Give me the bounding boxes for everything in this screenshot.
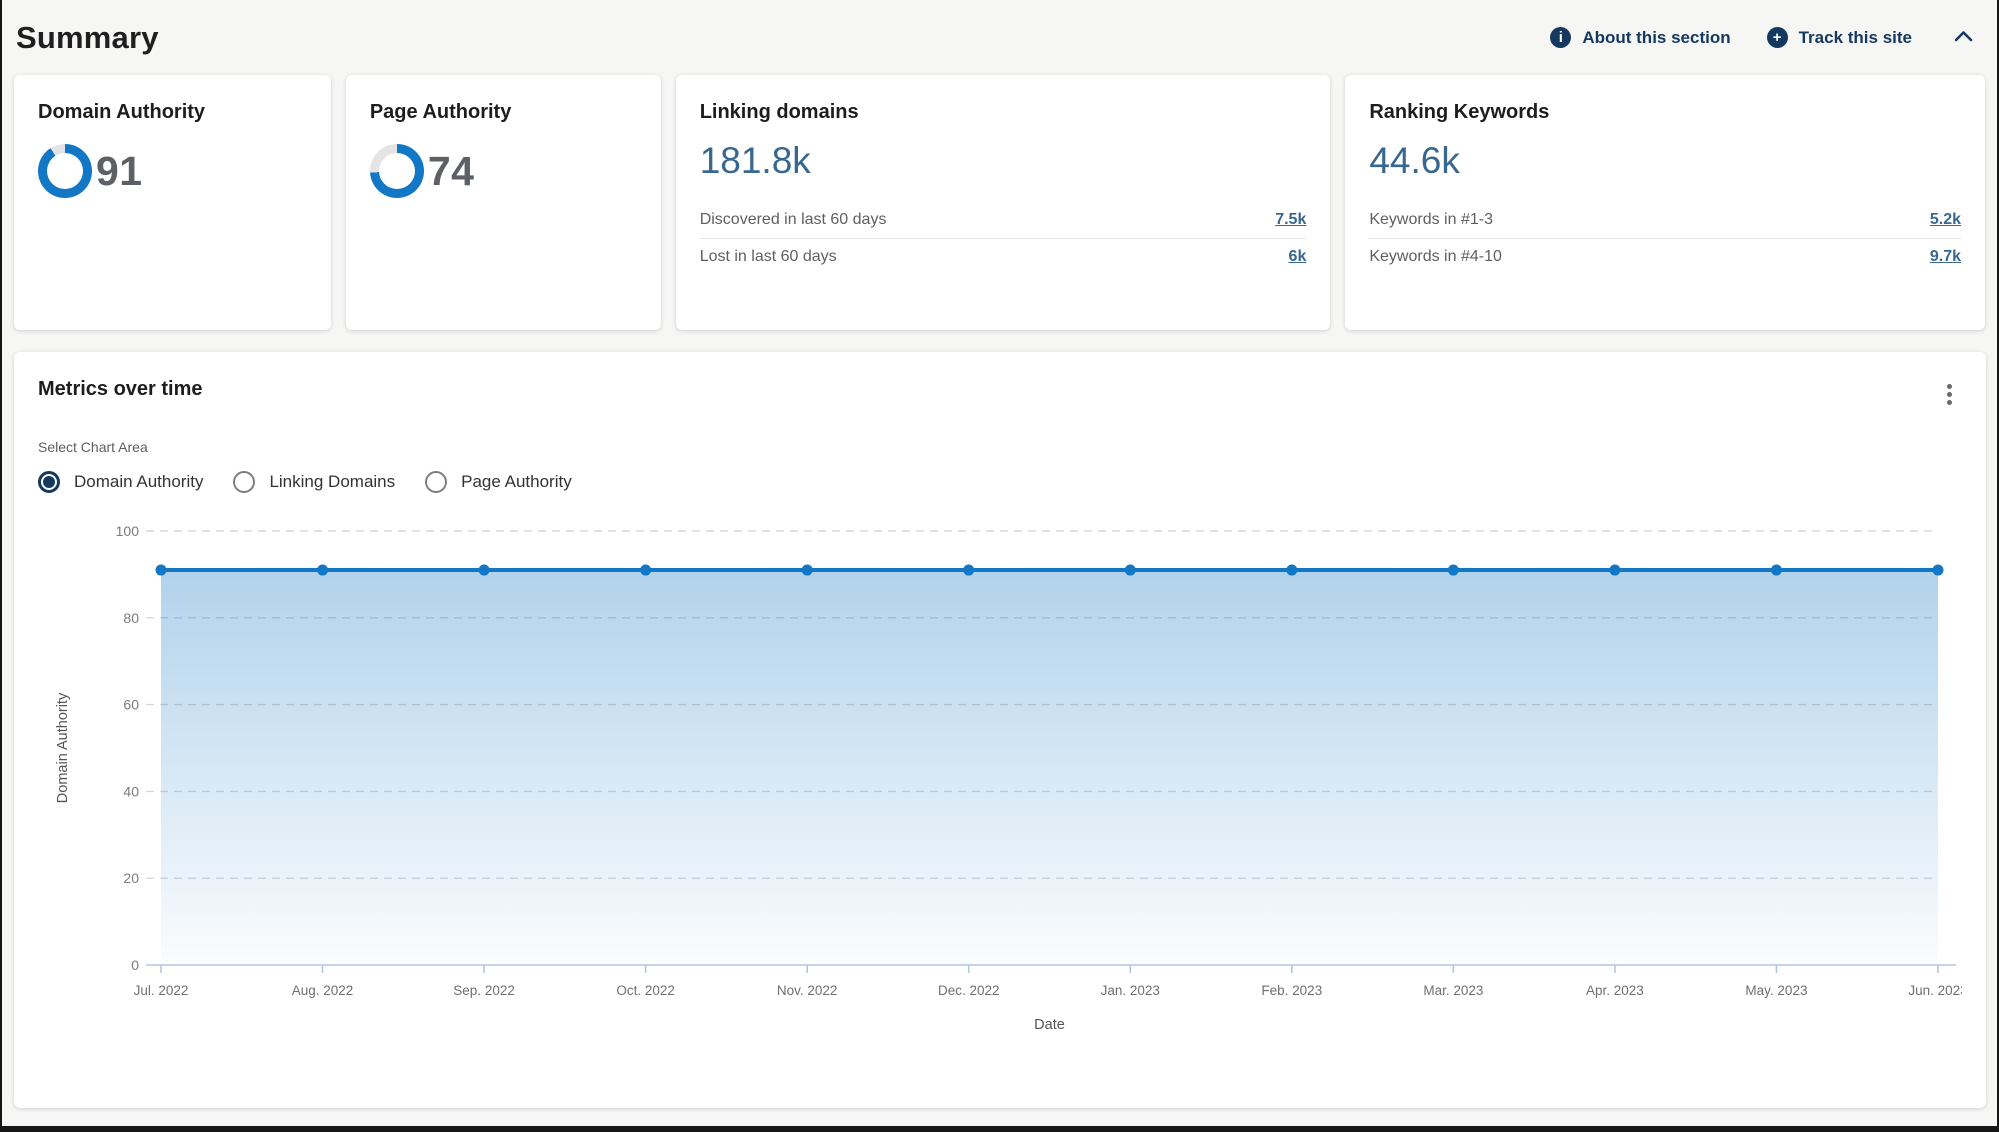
y-tick-label: 0 xyxy=(131,957,139,973)
chart-point xyxy=(1125,565,1136,576)
summary-header: Summary i About this section + Track thi… xyxy=(14,0,1985,62)
collapse-section-button[interactable] xyxy=(1948,26,1979,49)
x-tick-label: Mar. 2023 xyxy=(1423,983,1483,998)
x-tick-label: Apr. 2023 xyxy=(1586,983,1644,998)
chart-point xyxy=(479,565,490,576)
card-title: Linking domains xyxy=(700,101,1307,124)
keywords-4-10-value-link[interactable]: 9.7k xyxy=(1930,248,1961,266)
ranking-keywords-total: 44.6k xyxy=(1369,140,1961,182)
y-tick-label: 80 xyxy=(123,610,139,626)
track-site-label: Track this site xyxy=(1799,28,1912,48)
lost-label: Lost in last 60 days xyxy=(700,248,837,266)
select-chart-area-label: Select Chart Area xyxy=(38,439,1962,455)
page-title: Summary xyxy=(16,20,159,56)
chart-point xyxy=(802,565,813,576)
ranking-keywords-card: Ranking Keywords 44.6k Keywords in #1-3 … xyxy=(1345,75,1985,330)
chart-point xyxy=(1286,565,1297,576)
radio-page-authority[interactable]: Page Authority xyxy=(425,471,572,493)
chart-point xyxy=(156,565,167,576)
radio-unselected-icon xyxy=(425,471,447,493)
chart-point xyxy=(1448,565,1459,576)
x-tick-label: Dec. 2022 xyxy=(938,983,1000,998)
metrics-title: Metrics over time xyxy=(38,378,203,401)
page-authority-card: Page Authority 74 xyxy=(346,75,661,330)
page-authority-gauge-icon xyxy=(370,144,424,198)
chart-point xyxy=(317,565,328,576)
chart-area-selector: Domain Authority Linking Domains Page Au… xyxy=(38,471,1962,493)
domain-authority-gauge-icon xyxy=(38,144,92,198)
y-axis-title: Domain Authority xyxy=(55,692,71,803)
y-tick-label: 60 xyxy=(123,697,139,713)
y-tick-label: 40 xyxy=(123,783,139,799)
y-tick-label: 20 xyxy=(123,870,139,886)
table-row: Keywords in #4-10 9.7k xyxy=(1369,239,1961,275)
lost-value-link[interactable]: 6k xyxy=(1289,248,1307,266)
kebab-menu-button[interactable] xyxy=(1937,378,1962,411)
track-site-button[interactable]: + Track this site xyxy=(1767,27,1912,48)
kebab-dot-icon xyxy=(1947,400,1952,405)
plus-icon: + xyxy=(1767,27,1788,48)
x-tick-label: Aug. 2022 xyxy=(292,983,354,998)
chart-point xyxy=(1609,565,1620,576)
card-title: Domain Authority xyxy=(38,101,307,124)
x-tick-label: Jul. 2022 xyxy=(134,983,189,998)
table-row: Discovered in last 60 days 7.5k xyxy=(700,202,1307,239)
x-tick-label: Nov. 2022 xyxy=(777,983,838,998)
keywords-1-3-label: Keywords in #1-3 xyxy=(1369,211,1493,229)
radio-unselected-icon xyxy=(233,471,255,493)
table-row: Keywords in #1-3 5.2k xyxy=(1369,202,1961,239)
about-section-label: About this section xyxy=(1582,28,1730,48)
card-title: Ranking Keywords xyxy=(1369,101,1961,124)
table-row: Lost in last 60 days 6k xyxy=(700,239,1307,275)
linking-domains-card: Linking domains 181.8k Discovered in las… xyxy=(676,75,1331,330)
keywords-4-10-label: Keywords in #4-10 xyxy=(1369,248,1502,266)
chart-point xyxy=(963,565,974,576)
x-tick-label: Jan. 2023 xyxy=(1101,983,1160,998)
x-axis-title: Date xyxy=(1034,1017,1065,1033)
domain-authority-card: Domain Authority 91 xyxy=(14,75,331,330)
chart-area-fill xyxy=(161,570,1938,965)
keywords-1-3-value-link[interactable]: 5.2k xyxy=(1930,211,1961,229)
discovered-label: Discovered in last 60 days xyxy=(700,211,887,229)
page-authority-value: 74 xyxy=(428,148,475,195)
about-section-button[interactable]: i About this section xyxy=(1550,27,1730,48)
x-tick-label: May. 2023 xyxy=(1745,983,1807,998)
app-window: Summary i About this section + Track thi… xyxy=(0,0,1999,1132)
chevron-up-icon xyxy=(1954,30,1973,42)
chart-point xyxy=(1933,565,1944,576)
header-actions: i About this section + Track this site xyxy=(1550,26,1979,49)
radio-selected-icon xyxy=(38,471,60,493)
info-icon: i xyxy=(1550,27,1571,48)
x-tick-label: Sep. 2022 xyxy=(453,983,515,998)
metrics-chart: 0 20 40 60 80 100 Jul. 2022 Aug. 2022 Sep. 2022 O… xyxy=(38,519,1962,1039)
radio-linking-domains[interactable]: Linking Domains xyxy=(233,471,395,493)
kebab-dot-icon xyxy=(1947,392,1952,397)
chart-point xyxy=(1771,565,1782,576)
x-tick-label: Feb. 2023 xyxy=(1261,983,1322,998)
metrics-over-time-card: Metrics over time Select Chart Area Doma… xyxy=(14,352,1986,1108)
x-tick-label: Jun. 2023 xyxy=(1908,983,1962,998)
linking-domains-total: 181.8k xyxy=(700,140,1307,182)
discovered-value-link[interactable]: 7.5k xyxy=(1275,211,1306,229)
domain-authority-value: 91 xyxy=(96,148,143,195)
radio-domain-authority[interactable]: Domain Authority xyxy=(38,471,203,493)
card-title: Page Authority xyxy=(370,101,637,124)
summary-cards: Domain Authority 91 Page Authority 74 Li… xyxy=(14,75,1985,330)
kebab-dot-icon xyxy=(1947,384,1952,389)
x-tick-label: Oct. 2022 xyxy=(616,983,675,998)
chart-point xyxy=(640,565,651,576)
y-tick-label: 100 xyxy=(116,523,140,539)
